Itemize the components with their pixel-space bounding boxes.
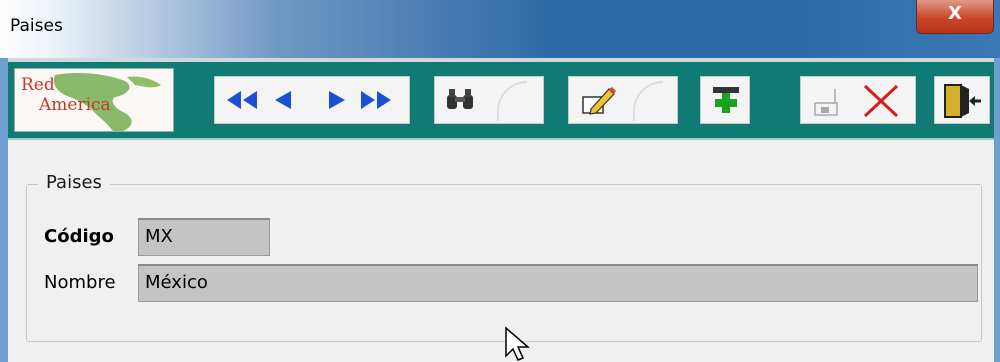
binoculars-icon[interactable] (445, 87, 475, 111)
nombre-label: Nombre (44, 272, 116, 293)
delete-icon[interactable] (861, 83, 901, 119)
close-button[interactable]: X (916, 0, 994, 34)
add-group (700, 76, 750, 124)
paises-groupbox (26, 184, 982, 342)
exit-door-icon[interactable] (941, 81, 983, 121)
save-delete-group (800, 76, 916, 124)
exit-group (934, 76, 990, 124)
edit-disabled-indicator (633, 81, 663, 121)
window-title: Paises (10, 16, 63, 36)
window-left-border (0, 58, 8, 362)
logo-text-america: America (39, 95, 111, 115)
window-right-border (994, 58, 1000, 362)
last-record-icon[interactable] (359, 89, 393, 111)
save-icon[interactable] (811, 85, 841, 117)
mouse-cursor-icon (505, 326, 530, 361)
logo-text-red: Red (21, 75, 55, 95)
title-bar: Paises X (0, 0, 1000, 58)
first-record-icon[interactable] (225, 89, 259, 111)
edit-group (568, 76, 678, 124)
add-record-icon[interactable] (711, 85, 741, 115)
toolbar: Red America (8, 58, 994, 140)
search-group (434, 76, 544, 124)
pencil-icon[interactable] (581, 83, 617, 117)
codigo-input[interactable]: MX (138, 218, 270, 256)
nombre-input[interactable]: México (138, 264, 978, 302)
groupbox-title: Paises (38, 172, 110, 193)
red-america-logo: Red America (14, 68, 174, 132)
paises-window: Paises X Red America Paises Código MX No… (0, 0, 1000, 362)
navigation-group (214, 76, 410, 124)
codigo-label: Código (44, 226, 114, 247)
next-record-icon[interactable] (327, 89, 347, 111)
previous-record-icon[interactable] (273, 89, 293, 111)
search-disabled-indicator (497, 81, 527, 121)
